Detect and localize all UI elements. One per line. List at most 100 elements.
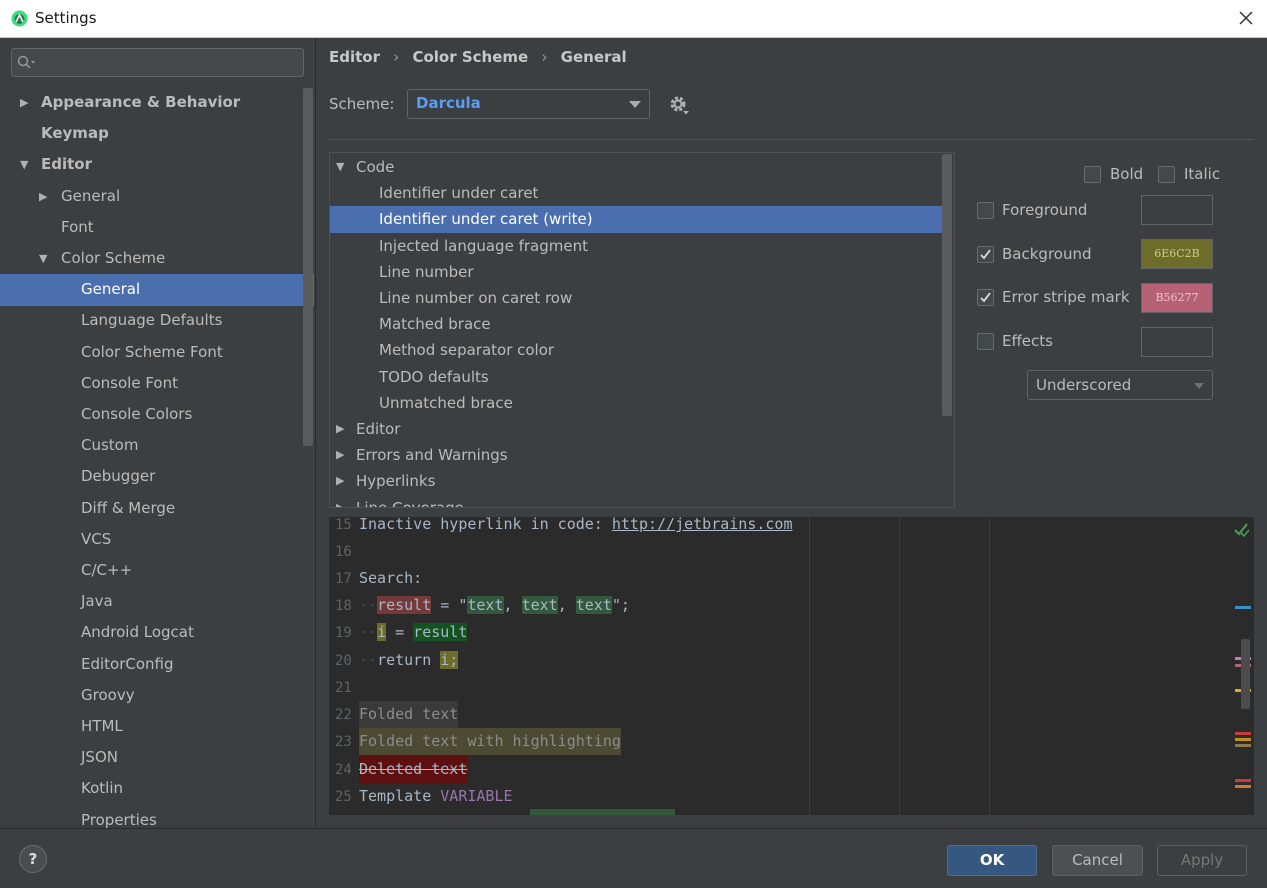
color-tree-item[interactable]: Method separator color: [330, 337, 952, 364]
sidebar-item[interactable]: Android Logcat: [0, 617, 316, 649]
collapsed-arrow-icon[interactable]: ▶: [39, 181, 51, 212]
sidebar-item[interactable]: ▶ Appearance & Behavior: [0, 87, 316, 119]
effects-color-swatch[interactable]: [1141, 327, 1213, 357]
sidebar-item[interactable]: General: [0, 274, 314, 307]
sidebar-item[interactable]: ▼ Color Scheme: [0, 243, 316, 275]
sidebar-item[interactable]: HTML: [0, 711, 316, 743]
error-stripe-marker[interactable]: [1235, 738, 1251, 741]
breadcrumb-separator: ›: [393, 48, 400, 66]
color-tree-item[interactable]: ▼ Code: [330, 154, 952, 181]
close-icon[interactable]: [1236, 8, 1256, 28]
sidebar-item-label: Color Scheme: [61, 249, 166, 267]
color-tree-item-label: Errors and Warnings: [356, 446, 508, 465]
expanded-arrow-icon[interactable]: ▼: [39, 243, 51, 274]
collapsed-arrow-icon[interactable]: ▶: [336, 442, 344, 468]
search-result: text: [521, 596, 558, 614]
template-variable: VARIABLE: [440, 787, 513, 805]
sidebar-item-label: Custom: [81, 436, 139, 455]
breadcrumb-color-scheme: Color Scheme: [412, 48, 529, 66]
color-tree-item[interactable]: ▶ Errors and Warnings: [330, 442, 952, 469]
sidebar-item[interactable]: Language Defaults: [0, 305, 316, 337]
foreground-color-swatch[interactable]: [1141, 195, 1213, 225]
error-stripe-marker[interactable]: [1235, 744, 1251, 747]
error-stripe-checkbox[interactable]: [977, 289, 994, 306]
sidebar-item[interactable]: Groovy: [0, 680, 316, 712]
color-tree-item[interactable]: Matched brace: [330, 311, 952, 338]
background-color-swatch[interactable]: 6E6C2B: [1141, 239, 1213, 269]
settings-tree: ▶ Appearance & Behavior Keymap ▼ Editor ▶ Gene…: [0, 87, 316, 828]
foreground-checkbox[interactable]: [977, 202, 994, 219]
inspection-ok-icon[interactable]: [1233, 520, 1251, 538]
color-tree-item[interactable]: Identifier under caret: [330, 180, 952, 207]
sidebar-item[interactable]: Properties: [0, 805, 316, 828]
expanded-arrow-icon[interactable]: ▼: [336, 154, 344, 180]
color-tree-item[interactable]: Identifier under caret (write): [330, 206, 952, 234]
hyperlink[interactable]: http://jetbrains.com: [612, 517, 793, 533]
collapsed-arrow-icon[interactable]: ▶: [336, 495, 344, 507]
collapsed-arrow-icon[interactable]: ▶: [20, 87, 32, 118]
folded-text-highlighted[interactable]: Folded text with highlighting: [359, 728, 621, 755]
sidebar-item[interactable]: Kotlin: [0, 773, 316, 805]
sidebar-item[interactable]: Custom: [0, 430, 316, 462]
folded-text[interactable]: Folded text: [359, 701, 459, 728]
error-stripe-marker[interactable]: [1235, 732, 1251, 735]
effect-type-dropdown[interactable]: Underscored: [1027, 370, 1213, 400]
color-tree-item-label: Method separator color: [379, 341, 555, 360]
effects-checkbox[interactable]: [977, 333, 994, 350]
gear-icon[interactable]: [668, 94, 690, 116]
collapsed-arrow-icon[interactable]: ▶: [336, 416, 344, 442]
deleted-text: Deleted text: [359, 756, 468, 783]
tree-scrollbar[interactable]: [942, 154, 952, 416]
search-result: text: [467, 596, 504, 614]
preview-scrollbar[interactable]: [1241, 639, 1250, 709]
sidebar-item[interactable]: Font: [0, 212, 316, 244]
error-stripe-marker[interactable]: [1235, 785, 1251, 788]
color-tree-item[interactable]: TODO defaults: [330, 364, 952, 391]
color-tree-item[interactable]: Line number on caret row: [330, 285, 952, 312]
scheme-dropdown[interactable]: Darcula: [407, 89, 650, 119]
sidebar-item[interactable]: Console Font: [0, 368, 316, 400]
cancel-button[interactable]: Cancel: [1052, 845, 1143, 876]
ok-button[interactable]: OK: [947, 845, 1037, 876]
code-text: ,: [503, 596, 522, 614]
color-tree-item[interactable]: Line number: [330, 259, 952, 286]
sidebar-item[interactable]: JSON: [0, 742, 316, 774]
collapsed-arrow-icon[interactable]: ▶: [336, 468, 344, 494]
color-tree-item[interactable]: ▶ Hyperlinks: [330, 468, 952, 495]
sidebar-item-label: C/C++: [81, 561, 133, 579]
error-stripe-color-swatch[interactable]: B56277: [1141, 283, 1213, 313]
italic-checkbox[interactable]: [1158, 166, 1175, 183]
sidebar-item[interactable]: Keymap: [0, 118, 316, 150]
sidebar-item[interactable]: Java: [0, 586, 316, 618]
color-tree-item[interactable]: Injected language fragment: [330, 233, 952, 260]
color-tree-item[interactable]: ▶ Line Coverage: [330, 495, 952, 507]
expanded-arrow-icon[interactable]: ▼: [20, 149, 32, 180]
breadcrumb-general: General: [560, 48, 627, 66]
sidebar-item[interactable]: EditorConfig: [0, 649, 316, 681]
apply-button[interactable]: Apply: [1157, 845, 1247, 876]
line-number: 17: [335, 571, 352, 587]
sidebar-item[interactable]: Color Scheme Font: [0, 337, 316, 369]
code-text: ,: [557, 596, 576, 614]
checkmark-icon: [980, 249, 991, 260]
background-checkbox[interactable]: [977, 246, 994, 263]
sidebar-item[interactable]: C/C++: [0, 555, 316, 587]
sidebar-item-label: Android Logcat: [81, 623, 194, 642]
sidebar-item-label: Color Scheme Font: [81, 342, 223, 361]
help-button[interactable]: ?: [19, 845, 47, 873]
sidebar-item[interactable]: Diff & Merge: [0, 493, 316, 525]
error-stripe-marker[interactable]: [1235, 779, 1251, 782]
search-box[interactable]: [11, 48, 304, 77]
color-tree-item[interactable]: Unmatched brace: [330, 390, 952, 417]
error-stripe-marker[interactable]: [1235, 606, 1251, 609]
bold-checkbox[interactable]: [1084, 166, 1101, 183]
sidebar-item[interactable]: Console Colors: [0, 399, 316, 431]
color-tree-item[interactable]: ▶ Editor: [330, 416, 952, 443]
sidebar-item[interactable]: VCS: [0, 524, 316, 556]
search-input[interactable]: [44, 52, 294, 73]
sidebar-scrollbar[interactable]: [303, 88, 313, 446]
sidebar-item[interactable]: Debugger: [0, 461, 316, 493]
code-preview[interactable]: Inactive hyperlink in code: http://jetbr…: [329, 517, 1254, 815]
sidebar-item[interactable]: ▶ General: [0, 181, 316, 213]
sidebar-item[interactable]: ▼ Editor: [0, 149, 316, 181]
